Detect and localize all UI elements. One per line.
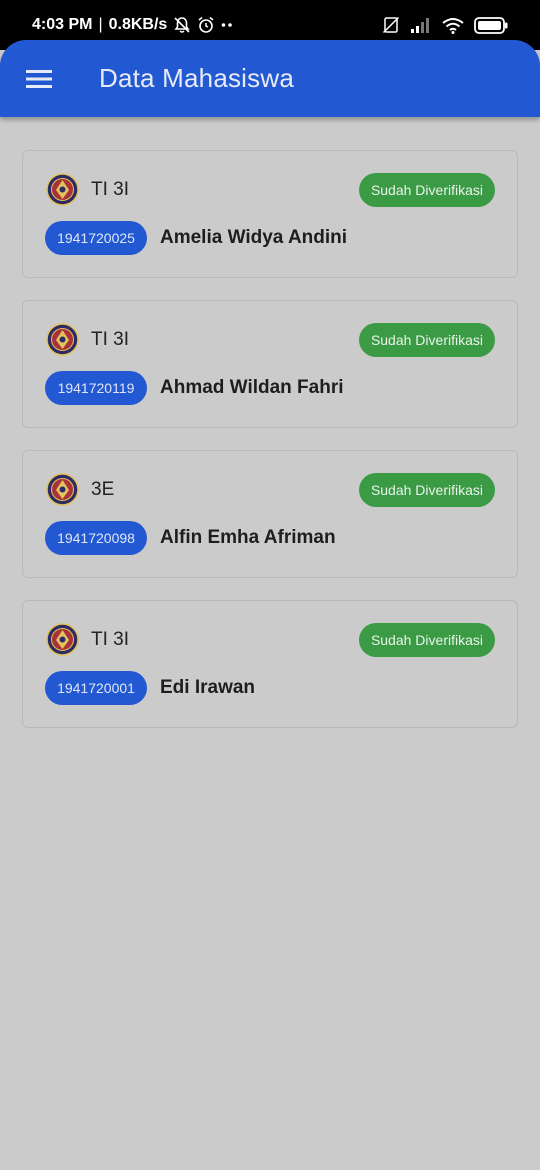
campus-logo-icon	[46, 473, 79, 506]
status-badge: Sudah Diverifikasi	[358, 173, 495, 207]
status-badge: Sudah Diverifikasi	[358, 473, 495, 507]
signal-icon	[410, 17, 432, 33]
status-badge: Sudah Diverifikasi	[358, 623, 495, 657]
class-label: 3E	[91, 479, 115, 500]
campus-logo-icon	[46, 623, 79, 656]
student-list: TI 3I Sudah Diverifikasi 1941720025 Amel…	[22, 150, 518, 750]
dots-icon	[221, 22, 233, 28]
status-separator: |	[98, 16, 103, 33]
no-sim-icon	[382, 16, 400, 34]
wifi-icon	[442, 17, 464, 34]
status-left: 4:03 PM | 0.8KB/s	[32, 16, 233, 34]
bell-off-icon	[173, 16, 191, 34]
student-name: Amelia Widya Andini	[160, 227, 348, 248]
nim-badge: 1941720119	[45, 371, 147, 405]
status-speed: 0.8KB/s	[108, 16, 168, 33]
student-card[interactable]: TI 3I Sudah Diverifikasi 1941720001 Edi …	[22, 600, 518, 728]
app-bar: Data Mahasiswa	[0, 40, 540, 117]
class-label: TI 3I	[91, 179, 130, 200]
status-badge: Sudah Diverifikasi	[358, 323, 495, 357]
student-card[interactable]: TI 3I Sudah Diverifikasi 1941720025 Amel…	[22, 150, 518, 278]
alarm-icon	[197, 16, 215, 34]
status-right	[382, 16, 508, 34]
nim-badge: 1941720001	[45, 671, 147, 705]
campus-logo-icon	[46, 173, 79, 206]
page-title: Data Mahasiswa	[99, 63, 294, 93]
student-name: Ahmad Wildan Fahri	[160, 377, 344, 398]
student-card[interactable]: TI 3I Sudah Diverifikasi 1941720119 Ahma…	[22, 300, 518, 428]
class-label: TI 3I	[91, 329, 130, 350]
battery-icon	[474, 16, 508, 34]
hamburger-menu-icon[interactable]	[12, 52, 66, 106]
class-label: TI 3I	[91, 629, 130, 650]
student-name: Edi Irawan	[160, 677, 256, 698]
student-name: Alfin Emha Afriman	[160, 527, 336, 548]
nim-badge: 1941720098	[45, 521, 147, 555]
nim-badge: 1941720025	[45, 221, 147, 255]
status-time: 4:03 PM	[32, 16, 93, 33]
campus-logo-icon	[46, 323, 79, 356]
student-card[interactable]: 3E Sudah Diverifikasi 1941720098 Alfin E…	[22, 450, 518, 578]
